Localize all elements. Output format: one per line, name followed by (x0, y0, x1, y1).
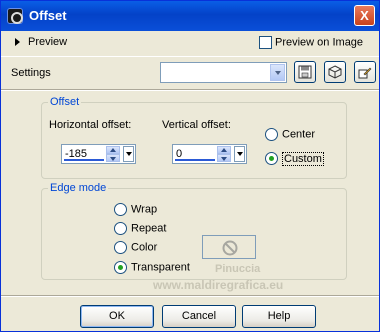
spin-up-icon[interactable] (106, 146, 120, 154)
spin-down-icon[interactable] (217, 154, 231, 162)
window-title: Offset (29, 8, 67, 23)
help-button[interactable]: Help (242, 305, 316, 328)
transparent-label: Transparent (131, 261, 190, 274)
horizontal-offset-label: Horizontal offset: (49, 119, 132, 131)
checkbox-box[interactable] (259, 36, 272, 49)
reset-defaults-button[interactable] (324, 61, 346, 83)
vertical-offset-stepper[interactable]: 0 (172, 144, 247, 164)
divider (1, 295, 379, 297)
preview-on-image-label: Preview on Image (275, 36, 364, 49)
custom-label: Custom (282, 151, 324, 166)
radio-button-icon[interactable] (114, 203, 127, 216)
preview-label: Preview (28, 36, 68, 48)
app-icon (7, 8, 23, 24)
settings-label: Settings (11, 67, 51, 79)
offset-group-title: Offset (48, 96, 82, 108)
edge-color-swatch[interactable] (202, 235, 256, 259)
radio-color[interactable]: Color (114, 241, 157, 254)
radio-button-icon[interactable] (114, 222, 127, 235)
spin-menu-icon[interactable] (123, 146, 134, 162)
chevron-down-icon[interactable] (270, 64, 285, 81)
radio-custom[interactable]: Custom (265, 151, 324, 166)
offset-dialog: Offset X Preview Preview on Image Settin… (0, 0, 380, 332)
color-label: Color (131, 241, 158, 254)
radio-wrap[interactable]: Wrap (114, 203, 157, 216)
edge-mode-group-title: Edge mode (48, 182, 109, 194)
close-button[interactable]: X (354, 5, 375, 26)
spinner-arrows[interactable] (106, 146, 120, 162)
radio-button-icon[interactable] (265, 128, 278, 141)
divider (1, 89, 379, 91)
radio-button-icon[interactable] (114, 261, 127, 274)
ok-button[interactable]: OK (80, 305, 154, 328)
input-underline (64, 159, 104, 161)
watermark-url: www.maldiregrafica.eu (153, 278, 284, 292)
radio-repeat[interactable]: Repeat (114, 222, 166, 235)
spinner-arrows[interactable] (217, 146, 231, 162)
spin-menu-icon[interactable] (234, 146, 245, 162)
spin-up-icon[interactable] (217, 146, 231, 154)
expand-triangle-icon (15, 38, 20, 47)
spin-down-icon[interactable] (106, 154, 120, 162)
edit-document-icon (358, 67, 372, 79)
floppy-disk-icon (298, 65, 312, 79)
wrap-label: Wrap (131, 203, 158, 216)
input-underline (175, 159, 215, 161)
preview-toggle[interactable]: Preview (15, 36, 67, 48)
radio-button-icon[interactable] (265, 152, 278, 165)
watermark-name: Pinuccia (215, 263, 261, 275)
edge-mode-group: Edge mode (41, 182, 347, 280)
settings-dropdown[interactable] (160, 62, 287, 83)
radio-center[interactable]: Center (265, 128, 315, 141)
horizontal-offset-stepper[interactable]: -185 (61, 144, 136, 164)
radio-transparent[interactable]: Transparent (114, 261, 190, 274)
cancel-button[interactable]: Cancel (162, 305, 236, 328)
cube-icon (328, 65, 342, 79)
save-settings-button[interactable] (294, 61, 316, 83)
radio-button-icon[interactable] (114, 241, 127, 254)
vertical-offset-label: Vertical offset: (162, 119, 231, 131)
settings-row: Settings (1, 56, 379, 88)
repeat-label: Repeat (131, 222, 167, 235)
edit-settings-button[interactable] (354, 61, 376, 83)
no-color-icon (222, 240, 238, 256)
preview-on-image-checkbox[interactable]: Preview on Image (259, 36, 363, 49)
center-label: Center (282, 128, 316, 141)
title-bar[interactable]: Offset X (1, 1, 379, 31)
